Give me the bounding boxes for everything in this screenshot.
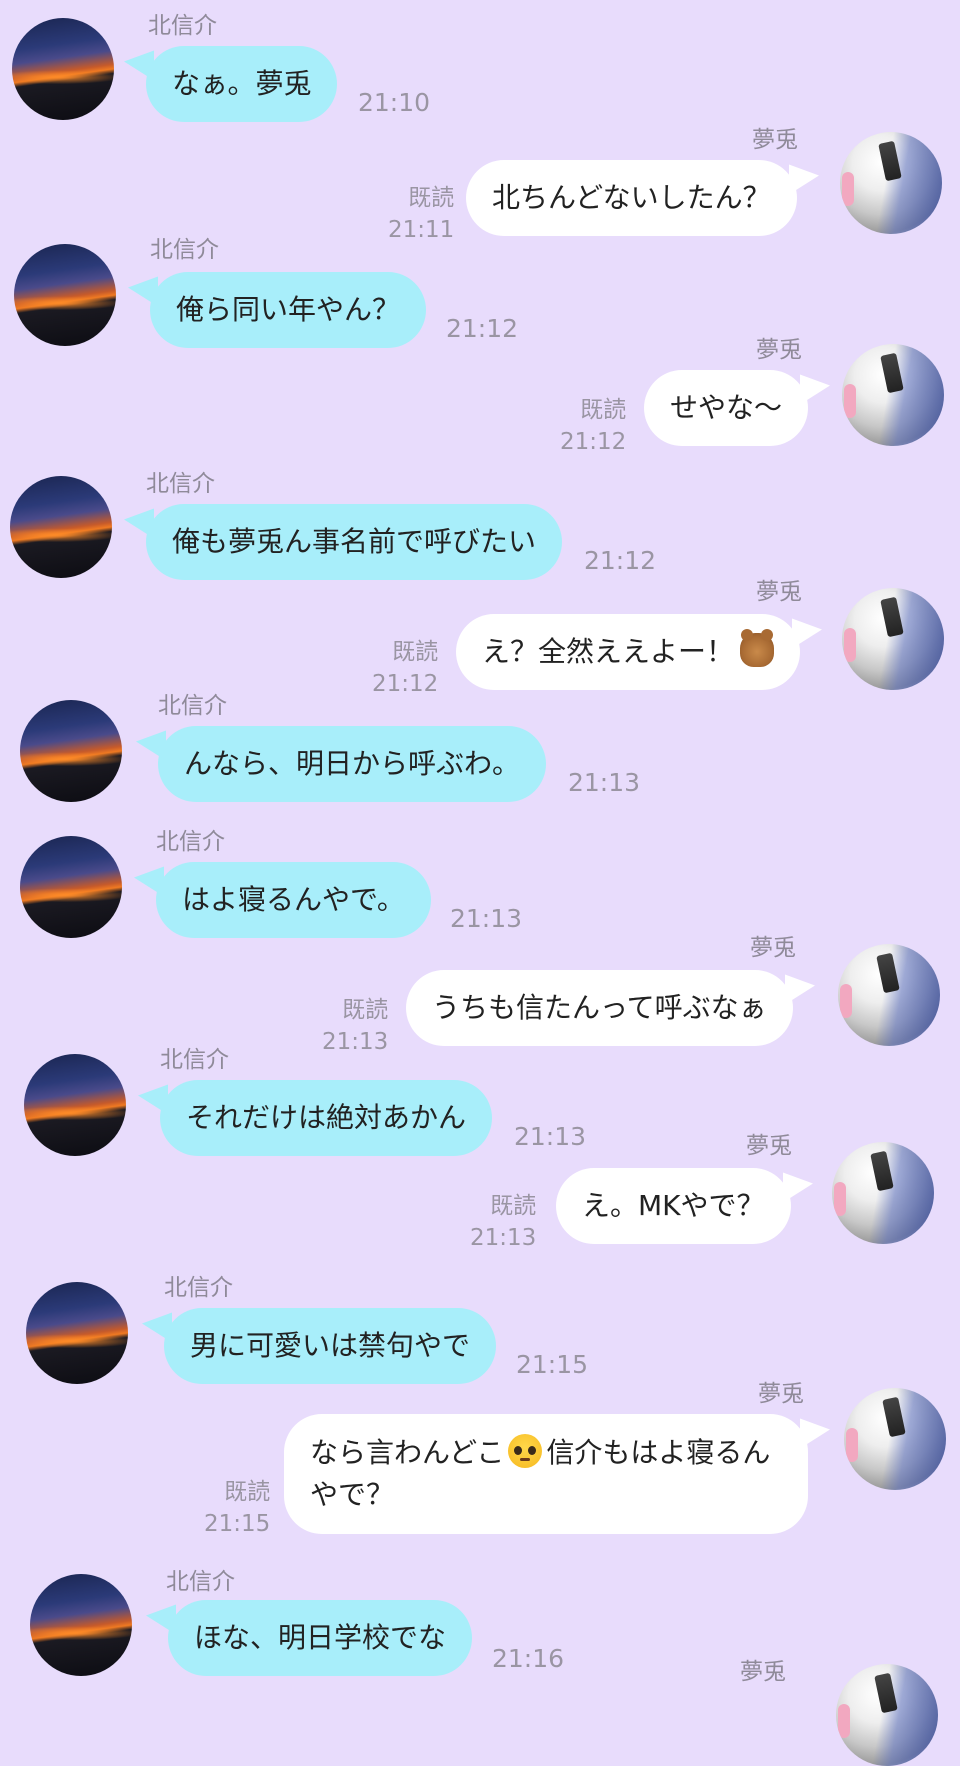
message-text: 北ちんどないしたん？ [492,181,771,214]
message-bubble[interactable]: え。MKやで？ [556,1168,791,1244]
avatar[interactable] [20,836,122,938]
message-text: はよ寝るんやで。 [182,883,405,916]
message-text: 俺も夢兎ん事名前で呼びたい [172,525,537,558]
avatar[interactable] [842,588,944,690]
sender-name: 夢兎 [758,1381,804,1407]
message-text: え。MKやで？ [582,1189,765,1222]
avatar[interactable] [844,1388,946,1490]
avatar[interactable] [840,132,942,234]
message-bubble[interactable]: はよ寝るんやで。 [156,862,431,938]
read-receipt: 既読 21:12 [560,397,627,455]
sender-name: 夢兎 [756,337,802,363]
sender-name: 北信介 [160,1047,229,1073]
sender-name: 北信介 [164,1275,233,1301]
message-text: んなら、明日から呼ぶわ。 [184,747,521,780]
sender-name: 夢兎 [750,935,796,961]
read-receipt: 既読 21:13 [470,1193,537,1251]
read-receipt: 既読 21:13 [322,997,389,1055]
message-bubble[interactable]: 北ちんどないしたん？ [466,160,797,236]
timestamp: 21:13 [568,768,641,797]
timestamp: 21:12 [584,546,657,575]
message-bubble[interactable]: 男に可愛いは禁句やで [164,1308,497,1384]
message-text: なぁ。夢兎 [172,67,312,100]
message-text: それだけは絶対あかん [186,1101,467,1134]
avatar[interactable] [836,1664,938,1766]
message-bubble[interactable]: うちも信たんって呼ぶなぁ [406,970,793,1046]
message-bubble[interactable]: んなら、明日から呼ぶわ。 [158,726,547,802]
sender-name: 夢兎 [746,1133,792,1159]
message-text: 男に可愛いは禁句やで [190,1329,471,1362]
avatar[interactable] [24,1054,126,1156]
read-receipt: 既読 21:15 [204,1479,271,1537]
avatar[interactable] [838,944,940,1046]
message-bubble[interactable]: それだけは絶対あかん [160,1080,493,1156]
read-receipt: 既読 21:12 [372,639,439,697]
avatar[interactable] [30,1574,132,1676]
timestamp: 21:13 [450,904,523,933]
sender-name: 北信介 [150,237,219,263]
sender-name: 夢兎 [756,579,802,605]
pleading-face-icon [508,1434,543,1468]
avatar[interactable] [842,344,944,446]
sender-name: 夢兎 [740,1659,786,1685]
message-bubble[interactable]: ほな、明日学校でな [168,1600,473,1676]
sender-name: 北信介 [158,693,227,719]
message-text: うちも信たんって呼ぶなぁ [432,991,767,1024]
message-text: ほな、明日学校でな [194,1621,447,1654]
message-bubble[interactable]: せやな〜 [644,370,809,446]
read-receipt: 既読 21:11 [388,185,455,243]
message-bubble[interactable]: なぁ。夢兎 [146,46,338,122]
timestamp: 21:13 [514,1122,587,1151]
teddy-bear-icon [740,629,775,667]
chat-view[interactable]: 北信介 なぁ。夢兎 21:10 夢兎 北ちんどないしたん？ 既読 21:11 北信… [0,0,960,1766]
timestamp: 21:12 [446,314,519,343]
message-bubble[interactable]: え？全然ええよー！ [456,614,801,690]
avatar[interactable] [14,244,116,346]
message-bubble[interactable]: 俺も夢兎ん事名前で呼びたい [146,504,563,580]
message-text: なら言わんどこ [310,1436,505,1469]
message-text: 俺ら同い年やん？ [176,293,401,326]
sender-name: 北信介 [166,1569,235,1595]
avatar[interactable] [12,18,114,120]
avatar[interactable] [26,1282,128,1384]
sender-name: 夢兎 [752,127,798,153]
message-bubble[interactable]: 俺ら同い年やん？ [150,272,427,348]
message-text: え？全然ええよー！ [482,635,735,668]
timestamp: 21:16 [492,1644,565,1673]
avatar[interactable] [20,700,122,802]
sender-name: 北信介 [148,13,217,39]
avatar[interactable] [832,1142,934,1244]
message-bubble[interactable]: なら言わんどこ 信介もはよ寝るんやで？ [284,1414,808,1534]
timestamp: 21:10 [358,88,431,117]
avatar[interactable] [10,476,112,578]
sender-name: 北信介 [156,829,225,855]
timestamp: 21:15 [516,1350,589,1379]
message-text: せやな〜 [670,391,783,424]
sender-name: 北信介 [146,471,215,497]
